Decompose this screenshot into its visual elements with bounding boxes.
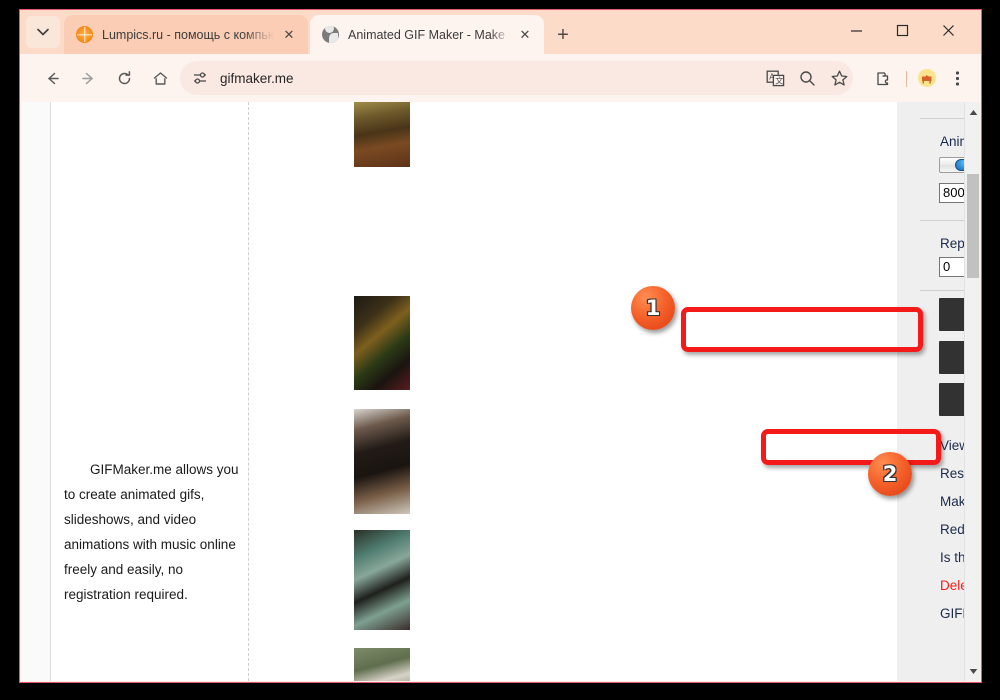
tab-title: Lumpics.ru - помощь с компью [102, 27, 274, 42]
frame-thumbnail[interactable] [354, 648, 410, 681]
image-frames-column: Animation speed: 800 milliseconds Repeat… [250, 102, 980, 681]
frame-thumbnail[interactable] [354, 296, 410, 390]
vertical-scrollbar[interactable] [964, 102, 980, 681]
tab-title: Animated GIF Maker - Make GIF [348, 27, 510, 42]
tune-sliders-icon [194, 72, 206, 84]
kebab-menu-icon [955, 70, 959, 86]
page-left-gutter [21, 102, 51, 681]
close-icon [942, 24, 954, 36]
address-bar-text: gifmaker.me [220, 70, 294, 86]
translate-glyph-icon: A 文 [766, 70, 784, 86]
forward-icon [81, 72, 93, 84]
caret-down-icon [969, 668, 977, 674]
reload-icon [118, 70, 130, 84]
tab-close-button[interactable]: ✕ [514, 24, 536, 46]
tab-close-button[interactable]: ✕ [278, 24, 300, 46]
translate-icon[interactable]: A 文 [761, 64, 789, 92]
chevron-down-icon [37, 28, 49, 36]
home-icon [153, 71, 167, 85]
magnifier-icon [799, 70, 815, 86]
window-maximize-button[interactable] [879, 10, 925, 50]
scroll-up-arrow[interactable] [965, 104, 980, 120]
globe-icon [322, 26, 339, 43]
address-bar[interactable]: gifmaker.me [180, 61, 853, 95]
scrollbar-thumb[interactable] [967, 174, 979, 278]
intro-paragraph: GIFMaker.me allows you to create animate… [64, 462, 239, 602]
frame-thumbnail[interactable] [354, 409, 410, 514]
frame-thumbnail[interactable] [354, 530, 410, 630]
profile-avatar-icon [918, 69, 936, 87]
bookmark-star-icon[interactable] [825, 64, 853, 92]
back-icon [47, 72, 59, 84]
home-button[interactable] [144, 62, 176, 94]
puzzle-piece-icon [876, 71, 888, 85]
window-close-button[interactable] [925, 10, 971, 50]
page-description-column: GIFMaker.me allows you to create animate… [52, 102, 249, 681]
toolbar-divider [906, 71, 907, 87]
zoom-icon[interactable] [793, 64, 821, 92]
star-icon [831, 70, 847, 86]
tab-lumpics[interactable]: Lumpics.ru - помощь с компью ✕ [64, 15, 308, 54]
three-dot-menu-icon[interactable] [943, 64, 971, 92]
svg-text:文: 文 [775, 75, 783, 85]
window-minimize-button[interactable] [833, 10, 879, 50]
caret-up-icon [969, 109, 977, 115]
scroll-down-arrow[interactable] [965, 663, 980, 679]
orange-icon [76, 26, 93, 43]
back-button[interactable] [36, 62, 68, 94]
page-viewport: GIFMaker.me allows you to create animate… [21, 102, 980, 681]
forward-button[interactable] [72, 62, 104, 94]
reload-button[interactable] [108, 62, 140, 94]
maximize-icon [896, 24, 908, 36]
profile-icon[interactable] [913, 64, 941, 92]
browser-toolbar: gifmaker.me A 文 [20, 54, 981, 102]
screen-root: Lumpics.ru - помощь с компью ✕ Animated … [0, 0, 1000, 700]
frame-thumbnail[interactable] [354, 102, 410, 167]
minimize-icon [850, 29, 862, 32]
tab-strip: Lumpics.ru - помощь с компью ✕ Animated … [20, 10, 981, 54]
extensions-icon[interactable] [869, 64, 897, 92]
new-tab-button[interactable]: + [550, 22, 576, 48]
tab-gifmaker[interactable]: Animated GIF Maker - Make GIF ✕ [310, 15, 544, 54]
browser-window: Lumpics.ru - помощь с компью ✕ Animated … [19, 9, 982, 683]
site-info-icon[interactable] [186, 64, 214, 92]
tab-search-dropdown-button[interactable] [26, 16, 60, 48]
